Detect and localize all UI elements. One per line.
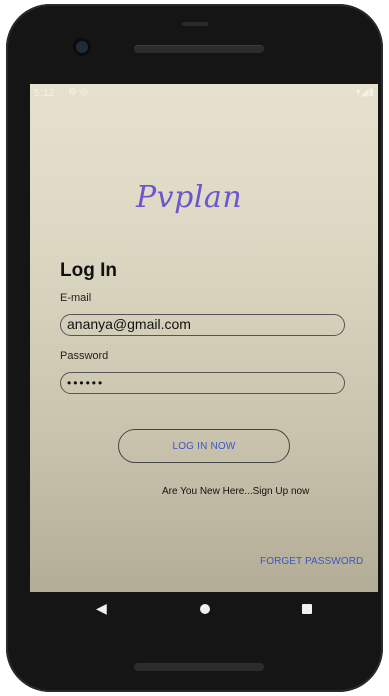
password-field[interactable]: •••••• xyxy=(60,372,345,394)
back-icon[interactable]: ◀ xyxy=(96,600,107,617)
status-time: 5:12 xyxy=(34,88,55,99)
page-title: Log In xyxy=(60,260,117,281)
status-notification-icons: ⚙ ◎ xyxy=(68,87,89,98)
front-camera xyxy=(76,41,88,53)
recent-apps-icon[interactable] xyxy=(302,604,312,614)
earpiece xyxy=(182,22,208,26)
home-icon[interactable] xyxy=(200,604,210,614)
login-button[interactable]: LOG IN NOW xyxy=(118,429,290,463)
app-screen: 5:12 ⚙ ◎ ▾◢▮ Pvplan Log In E-mail ananya… xyxy=(30,84,378,592)
forgot-password-link[interactable]: FORGET PASSWORD xyxy=(260,556,363,567)
signup-link[interactable]: Are You New Here...Sign Up now xyxy=(162,486,309,497)
status-bar: 5:12 ⚙ ◎ ▾◢▮ xyxy=(30,84,378,104)
status-signal-battery-icons: ▾◢▮ xyxy=(355,87,374,98)
android-nav-bar: ◀ xyxy=(30,592,378,636)
app-logo: Pvplan xyxy=(136,180,243,215)
top-speaker xyxy=(134,45,264,53)
email-field[interactable]: ananya@gmail.com xyxy=(60,314,345,336)
email-label: E-mail xyxy=(60,292,92,304)
bottom-speaker xyxy=(134,663,264,671)
login-button-label: LOG IN NOW xyxy=(172,440,236,452)
password-label: Password xyxy=(60,350,109,362)
